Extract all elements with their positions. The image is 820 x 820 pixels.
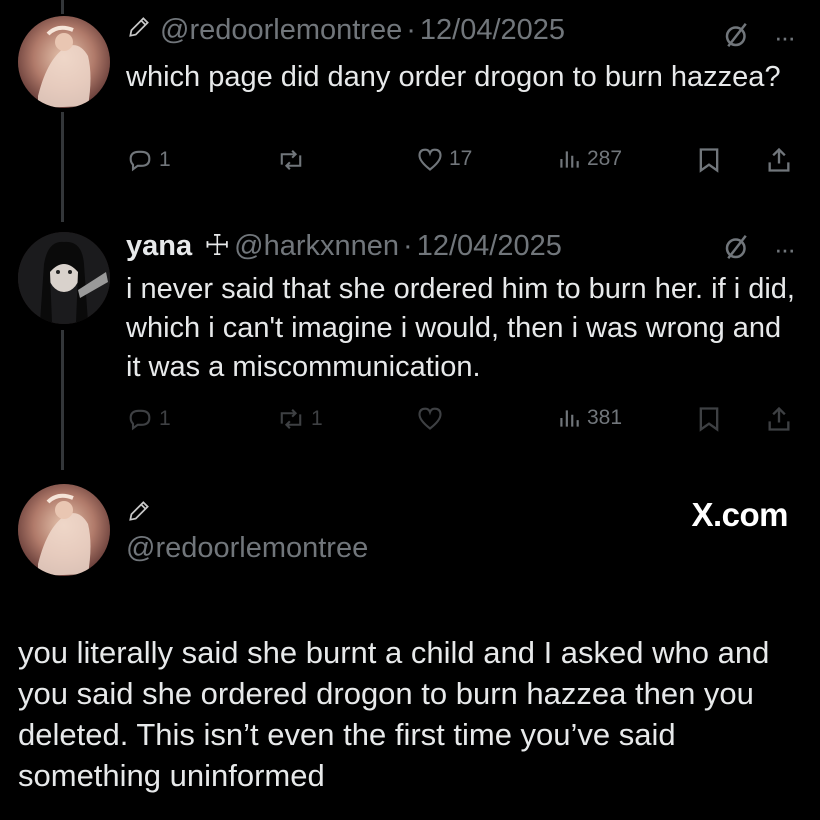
bookmark-button[interactable] (696, 146, 722, 174)
thread-line-top (61, 0, 64, 14)
reply-text: you literally said she burnt a child and… (18, 635, 770, 793)
tweet2-name[interactable]: yana (126, 230, 192, 262)
views-count: 287 (587, 147, 623, 170)
repost-icon (276, 405, 306, 433)
more-icon[interactable]: ··· (774, 22, 796, 53)
tweet1-handle[interactable]: @redoorlemontree (160, 14, 402, 46)
x-brand-logo: X.com (691, 496, 788, 533)
views-button[interactable]: 381 (556, 405, 622, 431)
share-button[interactable] (766, 405, 792, 433)
reply-handle[interactable]: @redoorlemontree (126, 532, 368, 565)
like-icon (416, 146, 444, 172)
tweet2-name-symbol: ☩ (204, 230, 231, 262)
tweet2-date[interactable]: 12/04/2025 (417, 230, 562, 262)
repost-count: 1 (311, 407, 323, 430)
bookmark-button[interactable] (696, 405, 722, 433)
repost-button[interactable]: 1 (276, 405, 323, 433)
repost-button[interactable] (276, 146, 306, 174)
reply-button[interactable]: 1 (126, 405, 171, 433)
tweet1-top-icons: ··· (722, 20, 796, 55)
avatar-redoorlemontree-reply[interactable] (18, 484, 110, 576)
tweet1-header: @redoorlemontree · 12/04/2025 (126, 14, 565, 48)
tweet2-top-icons: ··· (722, 232, 796, 267)
avatar-redoorlemontree[interactable] (18, 16, 110, 108)
like-button[interactable]: 17 (416, 146, 472, 172)
share-icon (766, 405, 792, 433)
like-count: 17 (449, 147, 473, 170)
bookmark-icon (696, 146, 722, 174)
reply-button[interactable]: 1 (126, 146, 171, 174)
reply-count: 1 (159, 148, 171, 171)
share-button[interactable] (766, 146, 792, 174)
pencil-icon (126, 498, 152, 529)
grok-slash-icon[interactable] (722, 20, 752, 55)
views-icon (556, 146, 582, 172)
views-count: 381 (587, 406, 623, 429)
tweet2-handle[interactable]: @harkxnnen (234, 230, 399, 262)
tweet1-actions: 1 17 287 (126, 146, 806, 180)
views-button[interactable]: 287 (556, 146, 622, 172)
tweet2-header: yana ☩ @harkxnnen · 12/04/2025 (126, 230, 562, 262)
like-icon (416, 405, 444, 431)
tweet2-actions: 1 1 381 (126, 405, 806, 439)
grok-slash-icon[interactable] (722, 232, 752, 267)
repost-icon (276, 146, 306, 174)
more-icon[interactable]: ··· (774, 234, 796, 265)
reply-icon (126, 146, 154, 174)
avatar-yana[interactable] (18, 232, 110, 324)
pencil-icon (126, 14, 152, 48)
tweet1-date[interactable]: 12/04/2025 (420, 14, 565, 46)
reply-count: 1 (159, 407, 171, 430)
like-button[interactable] (416, 405, 444, 431)
reply-icon (126, 405, 154, 433)
thread-line-2 (61, 330, 64, 470)
thread-line-1 (61, 112, 64, 222)
share-icon (766, 146, 792, 174)
bookmark-icon (696, 405, 722, 433)
tweet2-text: i never said that she ordered him to bur… (126, 273, 795, 383)
tweet1-text: which page did dany order drogon to burn… (126, 61, 781, 93)
views-icon (556, 405, 582, 431)
